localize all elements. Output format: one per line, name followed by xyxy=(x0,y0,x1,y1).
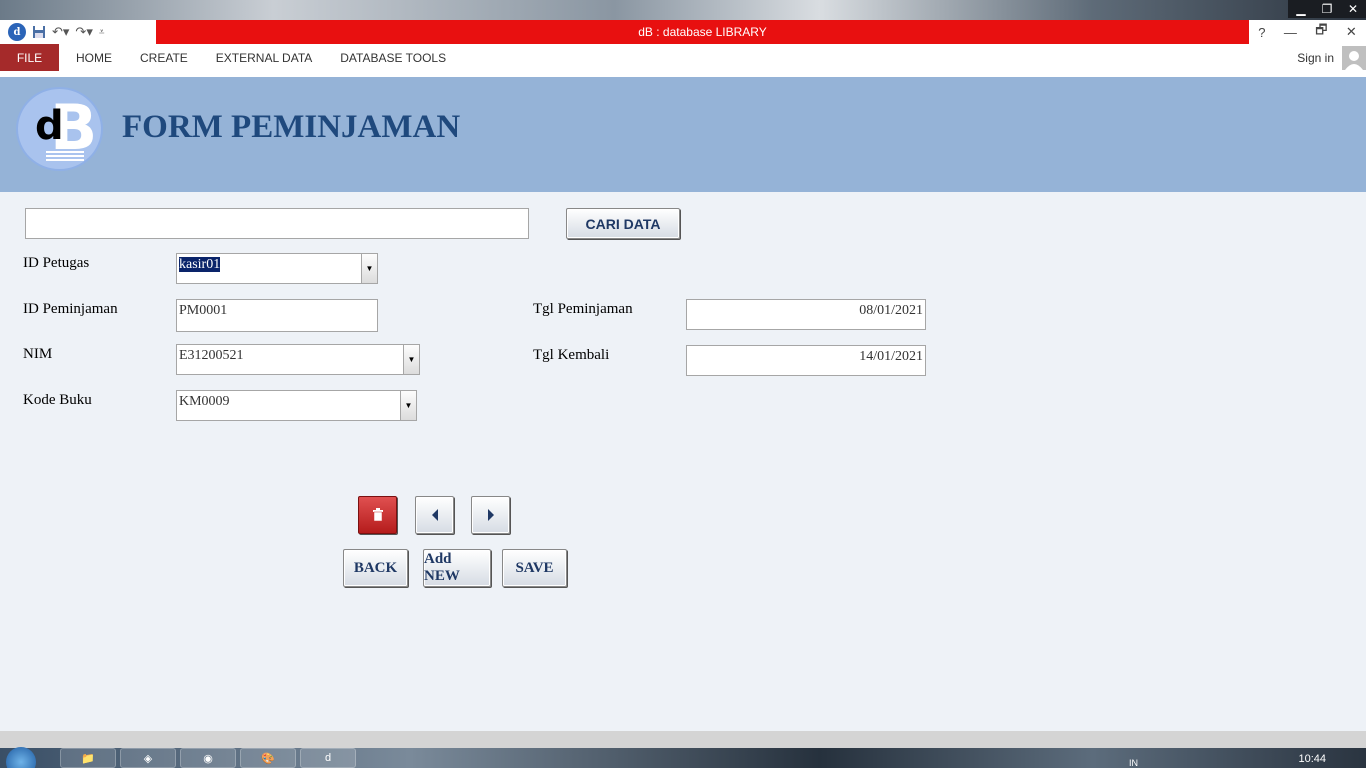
windows-logo-icon xyxy=(6,747,36,768)
sign-in-area[interactable]: Sign in xyxy=(1297,44,1366,71)
tab-home[interactable]: HOME xyxy=(59,44,126,71)
kode-buku-combo[interactable]: KM0009 ▼ xyxy=(176,390,417,421)
nim-combo[interactable]: E31200521 ▼ xyxy=(176,344,420,375)
outer-close-button[interactable]: ✕ xyxy=(1340,0,1366,18)
save-button[interactable]: SAVE xyxy=(502,549,567,587)
next-record-button[interactable] xyxy=(471,496,510,534)
search-input[interactable] xyxy=(25,208,529,239)
close-icon[interactable]: ✕ xyxy=(1346,24,1357,40)
label-tgl-kembali: Tgl Kembali xyxy=(533,347,610,363)
chevron-down-icon[interactable]: ▼ xyxy=(361,254,377,283)
outer-restore-button[interactable]: ❐ xyxy=(1314,0,1340,18)
arrow-left-icon xyxy=(431,509,438,521)
avatar-icon xyxy=(1342,45,1366,70)
start-button[interactable] xyxy=(0,747,42,768)
add-new-button[interactable]: Add NEW xyxy=(423,549,491,587)
restore-icon[interactable]: 🗗 xyxy=(1315,21,1327,43)
delete-record-button[interactable] xyxy=(358,496,397,534)
window-title: dB : database LIBRARY xyxy=(156,20,1249,44)
previous-record-button[interactable] xyxy=(415,496,454,534)
tab-file[interactable]: FILE xyxy=(0,44,59,71)
undo-icon[interactable]: ↶▾ xyxy=(52,24,69,40)
tab-database-tools[interactable]: DATABASE TOOLS xyxy=(326,44,460,71)
help-icon[interactable]: ? xyxy=(1258,25,1265,40)
label-id-petugas: ID Petugas xyxy=(23,255,90,271)
trash-icon xyxy=(372,508,383,522)
desktop-background-strip xyxy=(0,0,1366,20)
minimize-icon[interactable]: — xyxy=(1284,25,1297,40)
form-body: CARI DATA ID Petugas kasir01 ▼ ID Peminj… xyxy=(0,192,1366,731)
paint-icon[interactable]: 🎨 xyxy=(240,748,296,768)
arrow-right-icon xyxy=(487,509,494,521)
label-tgl-peminjaman: Tgl Peminjaman xyxy=(533,301,633,317)
id-peminjaman-field[interactable]: PM0001 xyxy=(176,299,378,332)
tab-external-data[interactable]: EXTERNAL DATA xyxy=(202,44,326,71)
title-bar-controls: ? — 🗗 ✕ xyxy=(1249,20,1366,44)
id-petugas-combo[interactable]: kasir01 ▼ xyxy=(176,253,378,284)
tgl-kembali-field[interactable]: 14/01/2021 xyxy=(686,345,926,376)
kode-buku-value: KM0009 xyxy=(179,394,230,409)
outer-minimize-button[interactable]: ▁ xyxy=(1288,0,1314,18)
app-logo-icon[interactable]: d xyxy=(8,23,26,41)
label-id-peminjaman: ID Peminjaman xyxy=(23,301,118,317)
access-app-icon[interactable]: d xyxy=(300,748,356,768)
label-kode-buku: Kode Buku xyxy=(23,392,92,408)
id-petugas-value: kasir01 xyxy=(179,257,221,272)
save-icon[interactable] xyxy=(32,25,46,39)
ribbon-tabs: FILE HOME CREATE EXTERNAL DATA DATABASE … xyxy=(0,44,1366,71)
taskbar: 📁 ◈ ◉ 🎨 d IN 10:44 xyxy=(0,747,1366,768)
nim-value: E31200521 xyxy=(179,348,244,363)
form-title: FORM PEMINJAMAN xyxy=(122,109,461,145)
label-nim: NIM xyxy=(23,346,53,362)
tgl-peminjaman-field[interactable]: 08/01/2021 xyxy=(686,299,926,330)
customize-toolbar-icon[interactable]: ⩡ xyxy=(99,27,105,38)
back-button[interactable]: BACK xyxy=(343,549,408,587)
db-logo-icon: B d xyxy=(16,87,103,171)
chevron-down-icon[interactable]: ▼ xyxy=(400,391,416,420)
tab-create[interactable]: CREATE xyxy=(126,44,202,71)
clock[interactable]: 10:44 xyxy=(1298,753,1326,765)
status-bar xyxy=(0,731,1366,748)
outer-window-controls: ▁ ❐ ✕ xyxy=(1288,0,1366,18)
quick-access-toolbar: d ↶▾ ↷▾ ⩡ xyxy=(0,20,156,44)
language-indicator[interactable]: IN xyxy=(1129,758,1138,768)
form-header: B d FORM PEMINJAMAN xyxy=(0,77,1366,192)
search-button[interactable]: CARI DATA xyxy=(566,208,680,239)
file-explorer-icon[interactable]: 📁 xyxy=(60,748,116,768)
chevron-down-icon[interactable]: ▼ xyxy=(403,345,419,374)
chrome-icon[interactable]: ◉ xyxy=(180,748,236,768)
virtualbox-icon[interactable]: ◈ xyxy=(120,748,176,768)
redo-icon[interactable]: ↷▾ xyxy=(75,24,92,40)
sign-in-link[interactable]: Sign in xyxy=(1297,51,1334,65)
